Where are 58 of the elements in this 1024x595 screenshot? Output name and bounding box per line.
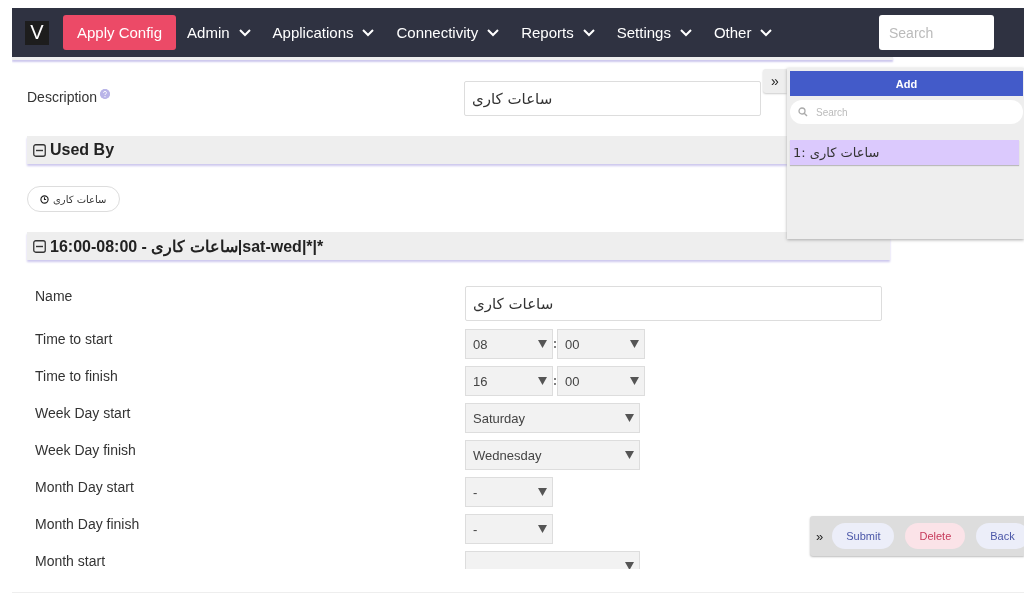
logo[interactable]: V: [25, 20, 49, 45]
nav-menu[interactable]: Reports: [521, 24, 595, 41]
nav-menu[interactable]: Connectivity: [396, 24, 500, 41]
search-field[interactable]: Search: [879, 15, 994, 50]
field-label: Time to finish: [35, 368, 118, 384]
chevron-down-icon: [362, 28, 375, 37]
dropdown-arrow-icon: [630, 340, 639, 348]
hour-select[interactable]: 16: [465, 366, 553, 396]
field-label: Month start: [35, 553, 106, 569]
chevron-down-icon: [760, 28, 773, 37]
section-title: 16:00-08:00 - ساعات کاری|sat-wed|*|*: [50, 236, 324, 256]
nav-menu[interactable]: Settings: [616, 24, 692, 41]
dropdown-arrow-icon: [625, 414, 634, 422]
nav-menu[interactable]: Admin: [187, 24, 251, 41]
field-label: Month Day finish: [35, 516, 140, 532]
hour-select[interactable]: 08: [465, 329, 553, 359]
collapse-icon[interactable]: [33, 239, 46, 253]
name-field[interactable]: ساعات کاری: [465, 286, 882, 321]
field-label: Week Day finish: [35, 442, 136, 458]
section-title: Used By: [50, 141, 115, 159]
dropdown-arrow-icon: [630, 377, 639, 385]
description-field[interactable]: ساعات کاری: [464, 81, 761, 116]
chevron-down-icon: [679, 28, 692, 37]
dropdown-arrow-icon: [538, 525, 547, 533]
dropdown-select[interactable]: Saturday: [465, 403, 640, 433]
chevron-down-icon: [582, 28, 595, 37]
dropdown-arrow-icon: [538, 340, 547, 348]
chevron-down-icon: [487, 28, 500, 37]
panel-search-field[interactable]: Search: [790, 100, 1023, 124]
minute-select[interactable]: 00: [557, 329, 645, 359]
field-label: Name: [35, 288, 73, 304]
list-item[interactable]: 1: ساعات کاری: [790, 140, 1019, 165]
add-button[interactable]: Add: [790, 71, 1023, 96]
field-label: Time to start: [35, 331, 113, 347]
nav-menu[interactable]: Other: [713, 24, 773, 41]
dropdown-arrow-icon: [538, 488, 547, 496]
action-button[interactable]: Submit: [832, 523, 895, 549]
dropdown-arrow-icon: [538, 377, 547, 385]
used-by-chip[interactable]: ساعات کاری: [27, 186, 120, 212]
dropdown-select[interactable]: -: [465, 477, 553, 507]
nav-menu[interactable]: Applications: [272, 24, 375, 41]
apply-config-button[interactable]: Apply Config: [63, 15, 177, 50]
action-button[interactable]: Delete: [905, 523, 966, 549]
dropdown-arrow-icon: [625, 562, 634, 569]
action-button[interactable]: Back: [976, 523, 1024, 549]
dropdown-arrow-icon: [625, 451, 634, 459]
dropdown-select[interactable]: Wednesday: [465, 440, 640, 470]
dropdown-select[interactable]: -: [465, 514, 553, 544]
chevron-down-icon: [238, 28, 251, 37]
field-label: Week Day start: [35, 405, 131, 421]
collapse-button[interactable]: »: [763, 69, 787, 93]
field-label: Description: [27, 89, 98, 105]
collapse-icon[interactable]: [33, 143, 46, 157]
minute-select[interactable]: 00: [557, 366, 645, 396]
field-label: Month Day start: [35, 479, 134, 495]
search-icon: [798, 107, 808, 117]
collapse-button[interactable]: »: [816, 528, 824, 544]
clock-icon: [40, 194, 49, 204]
